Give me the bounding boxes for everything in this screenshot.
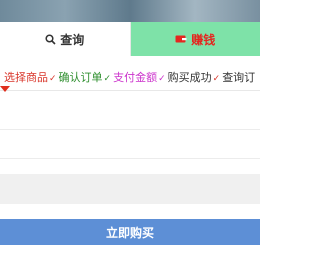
tab-bar: 查询 赚钱 xyxy=(0,22,260,56)
order-steps: 选择商品✓ 确认订单✓ 支付金额✓ 购买成功✓ 查询订 xyxy=(0,64,260,91)
tab-query[interactable]: 查询 xyxy=(0,22,131,56)
input-field-1[interactable] xyxy=(0,101,260,129)
step-label: 确认订单 xyxy=(58,71,103,84)
tab-earn-label: 赚钱 xyxy=(191,32,216,47)
step-confirm-order: 确认订单✓ xyxy=(59,69,114,85)
input-field-2[interactable] xyxy=(0,130,260,158)
check-icon: ✓ xyxy=(158,74,166,84)
tab-earn[interactable]: 赚钱 xyxy=(130,22,260,56)
top-banner xyxy=(0,0,260,22)
step-purchase-success: 购买成功✓ xyxy=(168,69,223,85)
form-field-3[interactable] xyxy=(0,174,260,204)
step-pay-amount: 支付金额✓ xyxy=(113,69,168,85)
search-icon xyxy=(45,33,56,45)
step-label: 支付金额 xyxy=(113,71,158,84)
step-label: 查询订 xyxy=(222,71,256,84)
input-field-3[interactable] xyxy=(0,174,260,204)
step-marker-icon xyxy=(0,86,10,92)
check-icon: ✓ xyxy=(103,74,112,84)
buy-now-button[interactable]: 立即购买 xyxy=(0,219,260,245)
step-label: 选择商品 xyxy=(4,71,48,84)
wallet-icon xyxy=(175,34,187,44)
form-field-1[interactable] xyxy=(0,101,260,130)
step-select-goods: 选择商品✓ xyxy=(0,69,59,85)
form-field-2[interactable] xyxy=(0,130,260,159)
check-icon: ✓ xyxy=(49,74,57,84)
tab-query-label: 查询 xyxy=(60,32,85,47)
step-query-order: 查询订 xyxy=(222,69,255,85)
check-icon: ✓ xyxy=(212,74,221,84)
step-label: 购买成功 xyxy=(167,71,212,84)
